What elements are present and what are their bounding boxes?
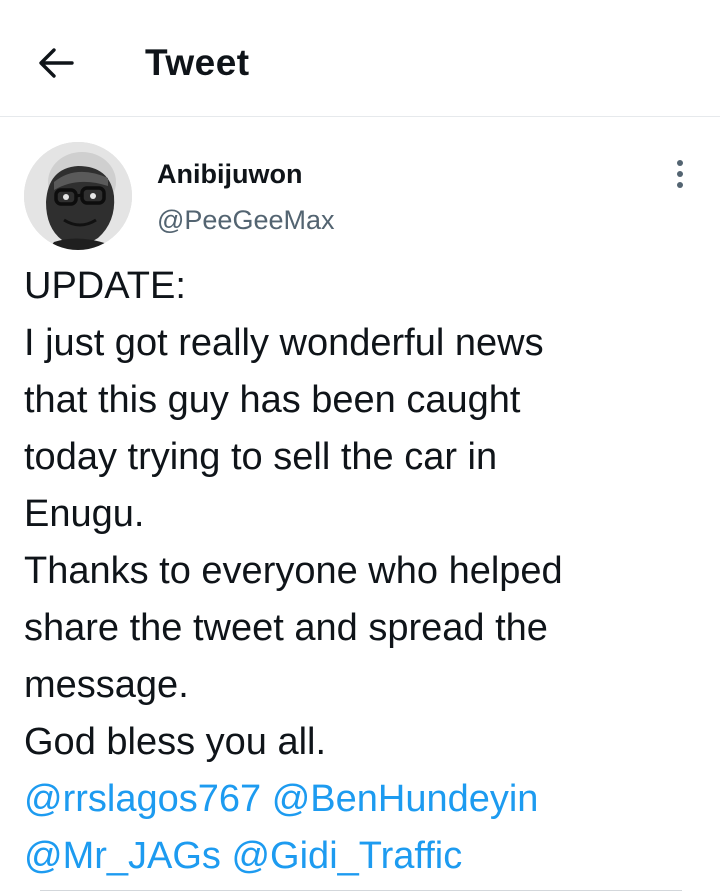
tweet-line: Enugu.	[24, 493, 145, 535]
tweet-line: that this guy has been caught	[24, 379, 521, 421]
tweet-line: message.	[24, 664, 189, 706]
page-title: Tweet	[145, 42, 250, 83]
avatar[interactable]	[24, 142, 132, 250]
mention-link[interactable]: @Mr_JAGs	[24, 835, 221, 877]
tweet-text: UPDATE: I just got really wonderful news…	[24, 258, 704, 885]
back-button[interactable]	[28, 38, 84, 88]
mentions-line: @Mr_JAGs @Gidi_Traffic	[24, 828, 704, 885]
mention-link[interactable]: @rrslagos767	[24, 778, 261, 820]
arrow-left-icon	[39, 48, 74, 78]
author-handle[interactable]: @PeeGeeMax	[157, 203, 335, 237]
author-display-name[interactable]: Anibijuwon	[157, 157, 302, 191]
mentions-line: @rrslagos767 @BenHundeyin	[24, 771, 704, 828]
top-app-bar: Tweet	[0, 0, 720, 117]
tweet-line: I just got really wonderful news	[24, 322, 544, 364]
tweet-line: Thanks to everyone who helped	[24, 550, 563, 592]
mention-link[interactable]: @Gidi_Traffic	[231, 835, 462, 877]
mention-link[interactable]: @BenHundeyin	[272, 778, 539, 820]
tweet-line: God bless you all.	[24, 721, 327, 763]
profile-photo	[24, 142, 132, 250]
tweet-line: UPDATE:	[24, 265, 186, 307]
divider	[40, 890, 682, 891]
tweet-line: today trying to sell the car in	[24, 436, 498, 478]
more-vertical-icon	[677, 160, 683, 188]
more-options-button[interactable]	[664, 156, 696, 192]
tweet-line: share the tweet and spread the	[24, 607, 548, 649]
